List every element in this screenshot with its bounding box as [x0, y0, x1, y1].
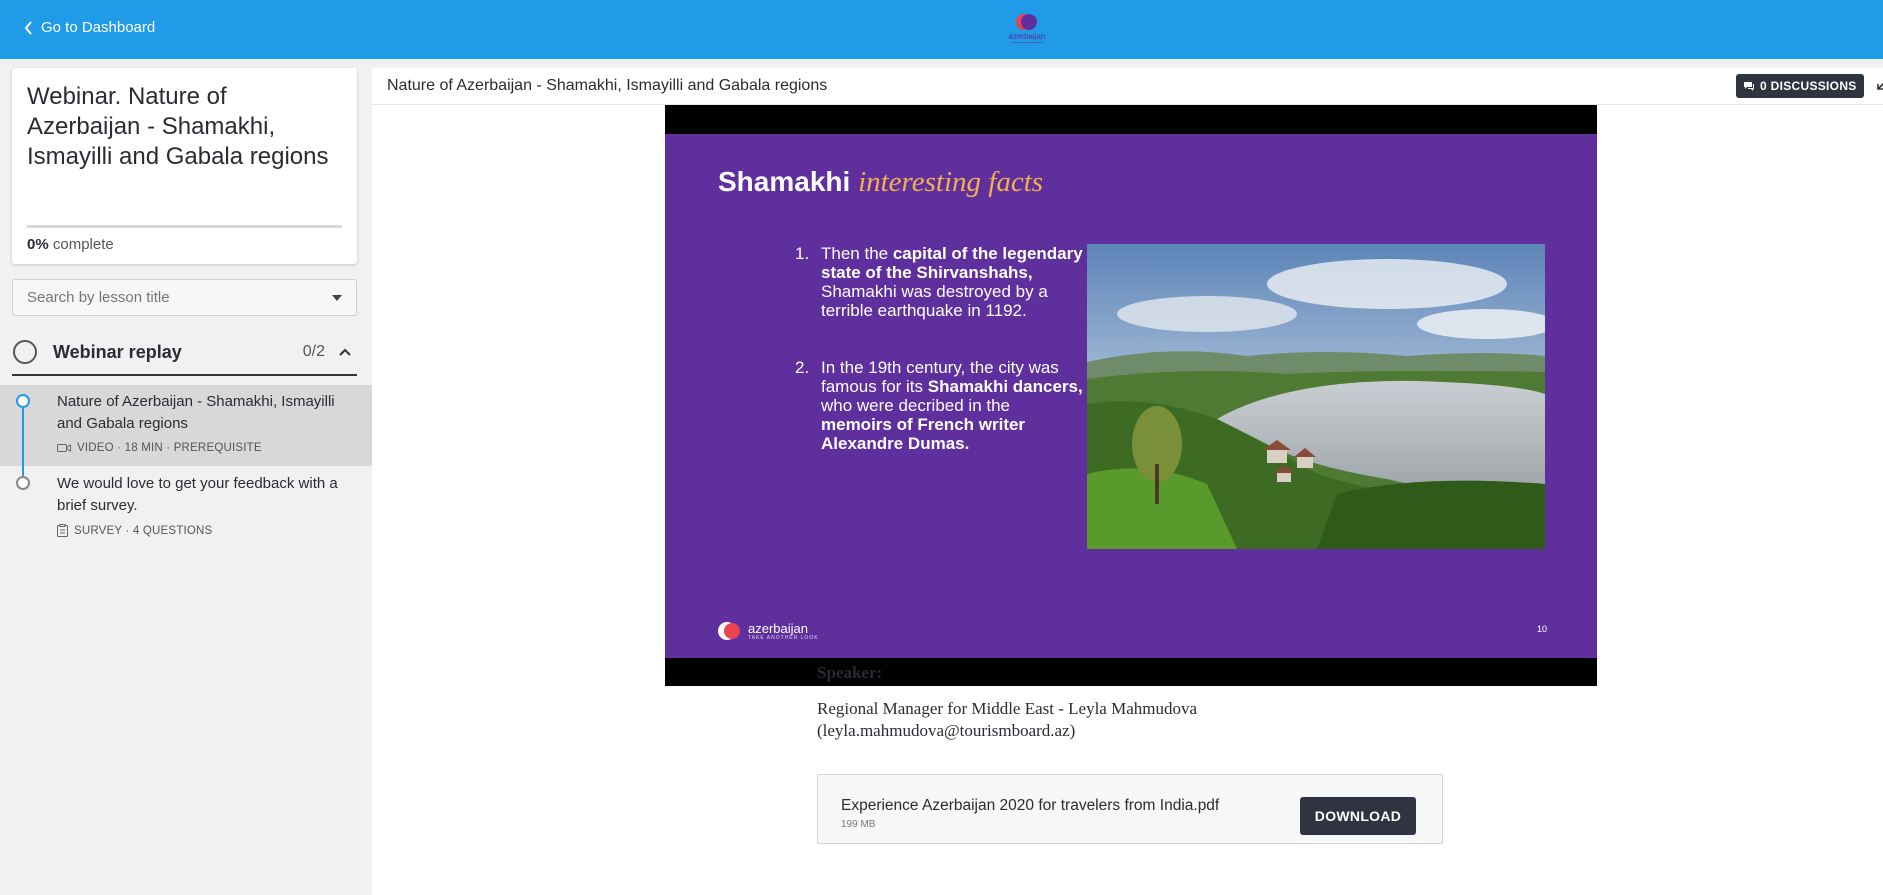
course-title: Webinar. Nature of Azerbaijan - Shamakhi…: [27, 83, 329, 170]
slide-title-plain: Shamakhi: [718, 166, 851, 197]
course-progress-bar: [27, 225, 342, 228]
progress-text: 0% complete: [27, 236, 114, 253]
svg-text:azerbaijan: azerbaijan: [1009, 32, 1046, 41]
lesson-header-title: Nature of Azerbaijan - Shamakhi, Ismayil…: [387, 77, 828, 94]
lesson-meta-text: SURVEY · 4 QUESTIONS: [74, 524, 213, 537]
lesson-item-survey[interactable]: We would love to get your feedback with …: [0, 467, 372, 547]
slide-brand-tagline: TAKE ANOTHER LOOK: [748, 634, 819, 641]
chat-bubble-icon: [1744, 81, 1754, 91]
attachment-card: Experience Azerbaijan 2020 for travelers…: [817, 774, 1443, 844]
fact-text: In the 19th century, the city was famous…: [821, 358, 1083, 453]
fact-number: 1.: [795, 244, 810, 263]
progress-suffix: complete: [52, 236, 114, 253]
course-card: Webinar. Nature of Azerbaijan - Shamakhi…: [12, 68, 357, 264]
discussions-button[interactable]: 0 DISCUSSIONS: [1736, 74, 1864, 98]
lesson-search-input[interactable]: [27, 289, 327, 306]
survey-icon: [57, 524, 68, 537]
slide-brand: azerbaijan TAKE ANOTHER LOOK: [718, 620, 819, 642]
lesson-meta-text: VIDEO · 18 MIN · PREREQUISITE: [77, 442, 262, 454]
download-button[interactable]: DOWNLOAD: [1300, 797, 1416, 835]
slide-title: Shamakhi interesting facts: [718, 166, 1043, 199]
slide-brand-name: azerbaijan: [748, 620, 808, 636]
section-webinar-replay[interactable]: Webinar replay 0/2: [12, 330, 357, 376]
presentation-slide: Shamakhi interesting facts 1. Then the c…: [665, 134, 1597, 658]
brand-logo-icon: azerbaijan: [1009, 14, 1046, 43]
discussions-label: 0 DISCUSSIONS: [1760, 79, 1857, 93]
slide-facts-list: 1. Then the capital of the legendary sta…: [795, 244, 1085, 491]
lesson-meta: VIDEO · 18 MIN · PREREQUISITE: [57, 442, 262, 454]
chevron-left-icon: [24, 20, 32, 35]
course-sidebar: Webinar. Nature of Azerbaijan - Shamakhi…: [0, 59, 372, 895]
attachment-file-size: 199 MB: [841, 819, 876, 830]
lesson-meta: SURVEY · 4 QUESTIONS: [57, 524, 212, 537]
lesson-title: We would love to get your feedback with …: [57, 475, 338, 514]
lesson-content: Nature of Azerbaijan - Shamakhi, Ismayil…: [372, 68, 1883, 895]
go-to-dashboard-link[interactable]: Go to Dashboard: [24, 19, 155, 36]
section-status-circle-icon: [13, 340, 37, 364]
caret-down-icon: [332, 294, 342, 301]
lesson-title: Nature of Azerbaijan - Shamakhi, Ismayil…: [57, 393, 335, 432]
lesson-status-dot-icon: [16, 394, 30, 408]
lesson-status-dot-icon: [16, 476, 30, 490]
fact-number: 2.: [795, 358, 810, 377]
collapse-icon[interactable]: [1875, 80, 1883, 92]
slide-fact-item: 2. In the 19th century, the city was fam…: [795, 358, 1085, 453]
fact-text: Then the capital of the legendary state …: [821, 244, 1083, 320]
slide-fact-item: 1. Then the capital of the legendary sta…: [795, 244, 1085, 320]
brand-mark-icon: [718, 622, 740, 640]
top-bar: Go to Dashboard azerbaijan: [0, 0, 1883, 59]
landscape-photo: [1087, 244, 1545, 549]
section-count: 0/2: [302, 343, 325, 360]
video-icon: [57, 444, 71, 452]
slide-title-italic: interesting facts: [858, 166, 1044, 198]
go-to-dashboard-label: Go to Dashboard: [41, 19, 156, 36]
progress-percent: 0%: [27, 236, 49, 253]
speaker-text: Regional Manager for Middle East - Leyla…: [817, 699, 1198, 740]
slide-page-number: 10: [1537, 624, 1548, 634]
speaker-label: Speaker:: [817, 663, 883, 682]
lesson-item-video[interactable]: Nature of Azerbaijan - Shamakhi, Ismayil…: [0, 385, 372, 466]
attachment-file-name: Experience Azerbaijan 2020 for travelers…: [841, 797, 1220, 814]
chevron-up-icon[interactable]: [339, 348, 351, 356]
brand-logo[interactable]: azerbaijan: [1001, 12, 1053, 46]
lesson-timeline-line: [22, 408, 24, 476]
video-player[interactable]: Shamakhi interesting facts 1. Then the c…: [665, 105, 1597, 686]
lesson-search-select[interactable]: [12, 279, 357, 316]
lesson-header: Nature of Azerbaijan - Shamakhi, Ismayil…: [372, 68, 1883, 105]
section-title: Webinar replay: [53, 341, 182, 362]
